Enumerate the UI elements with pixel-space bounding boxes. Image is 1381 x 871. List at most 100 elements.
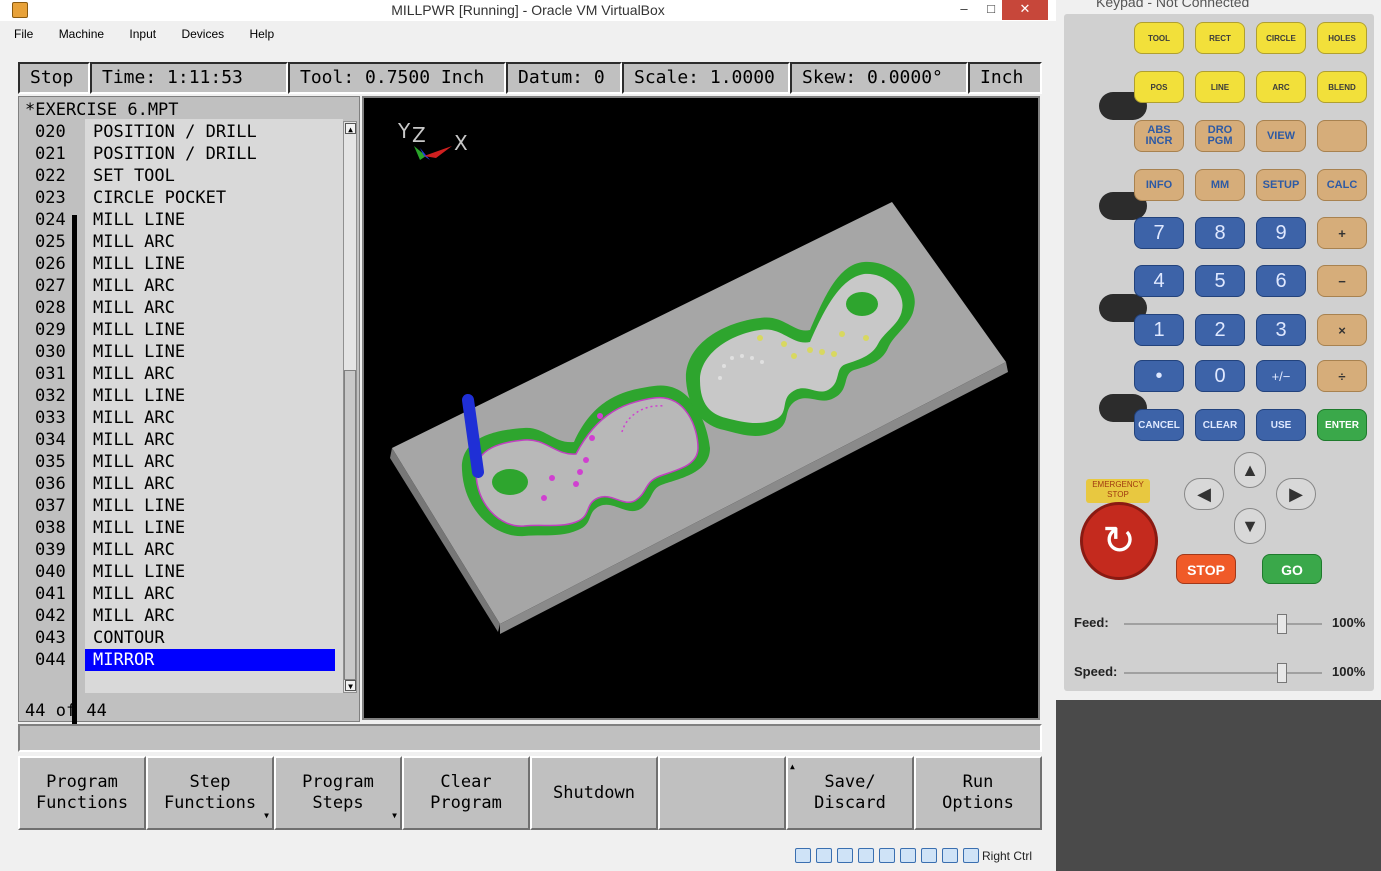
key-decimal[interactable]: • [1134, 360, 1184, 392]
key-mm[interactable]: MM [1195, 169, 1245, 201]
key-cancel[interactable]: CANCEL [1134, 409, 1184, 441]
key-3[interactable]: 3 [1256, 314, 1306, 346]
hard-disk-icon[interactable] [795, 848, 811, 863]
key-9[interactable]: 9 [1256, 217, 1306, 249]
arrow-left-button[interactable]: ◀ [1184, 478, 1224, 510]
key-4[interactable]: 4 [1134, 265, 1184, 297]
key-6[interactable]: 6 [1256, 265, 1306, 297]
stop-button[interactable]: STOP [1176, 554, 1236, 584]
softkey-program-steps[interactable]: Program Steps ▼ [274, 756, 402, 830]
program-step[interactable]: MILL LINE [85, 319, 335, 341]
arrow-right-button[interactable]: ▶ [1276, 478, 1316, 510]
key-8[interactable]: 8 [1195, 217, 1245, 249]
softkey-blank[interactable] [658, 756, 786, 830]
menu-file[interactable]: File [10, 24, 37, 44]
minimize-button[interactable]: – [950, 0, 978, 20]
key-tool[interactable]: TOOL [1134, 22, 1184, 54]
program-step[interactable]: MILL ARC [85, 407, 335, 429]
program-step[interactable]: CONTOUR [85, 627, 335, 649]
softkey-save-discard[interactable]: ▲ Save/ Discard [786, 756, 914, 830]
arrow-down-button[interactable]: ▼ [1234, 508, 1266, 544]
scroll-down-icon[interactable]: ▼ [345, 680, 356, 691]
program-step[interactable]: MILL LINE [85, 495, 335, 517]
program-step[interactable]: MILL LINE [85, 561, 335, 583]
scroll-thumb[interactable] [344, 370, 356, 680]
feed-slider-thumb[interactable] [1277, 614, 1288, 634]
softkey-program-functions[interactable]: Program Functions [18, 756, 146, 830]
optical-drive-icon[interactable] [816, 848, 832, 863]
program-step[interactable]: MILL LINE [85, 385, 335, 407]
key-clear[interactable]: CLEAR [1195, 409, 1245, 441]
key-5[interactable]: 5 [1195, 265, 1245, 297]
display-icon[interactable] [921, 848, 937, 863]
key-line[interactable]: LINE [1195, 71, 1245, 103]
program-step[interactable]: MILL LINE [85, 341, 335, 363]
key-1[interactable]: 1 [1134, 314, 1184, 346]
key-circle[interactable]: CIRCLE [1256, 22, 1306, 54]
key-arc[interactable]: ARC [1256, 71, 1306, 103]
key-pos[interactable]: POS [1134, 71, 1184, 103]
key-blend[interactable]: BLEND [1317, 71, 1367, 103]
speed-slider[interactable] [1124, 663, 1322, 683]
softkey-clear-program[interactable]: Clear Program [402, 756, 530, 830]
key-divide[interactable]: ÷ [1317, 360, 1367, 392]
program-step[interactable]: CIRCLE POCKET [85, 187, 335, 209]
selected-step[interactable]: MIRROR [85, 649, 335, 671]
program-step[interactable]: MILL LINE [85, 253, 335, 275]
menu-devices[interactable]: Devices [177, 24, 228, 44]
program-step[interactable]: MILL ARC [85, 451, 335, 473]
program-step[interactable]: MILL LINE [85, 517, 335, 539]
listing-scrollbar[interactable]: ▲ ▼ [343, 121, 357, 693]
menu-input[interactable]: Input [125, 24, 160, 44]
maximize-button[interactable]: □ [977, 0, 1005, 20]
key-abs-incr[interactable]: ABS INCR [1134, 120, 1184, 152]
menu-help[interactable]: Help [245, 24, 278, 44]
program-step[interactable]: POSITION / DRILL [85, 121, 335, 143]
key-dro-pgm[interactable]: DRO PGM [1195, 120, 1245, 152]
menu-machine[interactable]: Machine [55, 24, 108, 44]
key-plus[interactable]: + [1317, 217, 1367, 249]
program-step[interactable]: MILL ARC [85, 231, 335, 253]
softkey-step-functions[interactable]: Step Functions ▼ [146, 756, 274, 830]
audio-icon[interactable] [837, 848, 853, 863]
program-step[interactable]: MILL ARC [85, 473, 335, 495]
key-info[interactable]: INFO [1134, 169, 1184, 201]
softkey-run-options[interactable]: Run Options [914, 756, 1042, 830]
key-enter[interactable]: ENTER [1317, 409, 1367, 441]
program-step[interactable]: MILL ARC [85, 429, 335, 451]
scroll-up-icon[interactable]: ▲ [345, 123, 356, 134]
key-use[interactable]: USE [1256, 409, 1306, 441]
close-button[interactable]: ✕ [1002, 0, 1048, 20]
key-calc[interactable]: CALC [1317, 169, 1367, 201]
program-step[interactable]: MILL ARC [85, 297, 335, 319]
shared-folders-icon[interactable] [900, 848, 916, 863]
speed-slider-thumb[interactable] [1277, 663, 1288, 683]
go-button[interactable]: GO [1262, 554, 1322, 584]
program-step[interactable]: SET TOOL [85, 165, 335, 187]
program-step[interactable]: MILL ARC [85, 605, 335, 627]
key-minus[interactable]: − [1317, 265, 1367, 297]
key-holes[interactable]: HOLES [1317, 22, 1367, 54]
softkey-shutdown[interactable]: Shutdown [530, 756, 658, 830]
feed-slider[interactable] [1124, 614, 1322, 634]
key-setup[interactable]: SETUP [1256, 169, 1306, 201]
network-icon[interactable] [858, 848, 874, 863]
key-multiply[interactable]: × [1317, 314, 1367, 346]
program-step[interactable]: MILL LINE [85, 209, 335, 231]
key-plus-minus[interactable]: +/− [1256, 360, 1306, 392]
key-blank[interactable] [1317, 120, 1367, 152]
key-0[interactable]: 0 [1195, 360, 1245, 392]
key-rect[interactable]: RECT [1195, 22, 1245, 54]
program-step[interactable]: POSITION / DRILL [85, 143, 335, 165]
key-7[interactable]: 7 [1134, 217, 1184, 249]
key-view[interactable]: VIEW [1256, 120, 1306, 152]
program-step[interactable]: MILL ARC [85, 583, 335, 605]
3d-view[interactable]: Y Z X [362, 96, 1040, 720]
program-step[interactable]: MILL ARC [85, 539, 335, 561]
key-2[interactable]: 2 [1195, 314, 1245, 346]
arrow-up-button[interactable]: ▲ [1234, 452, 1266, 488]
recording-icon[interactable] [942, 848, 958, 863]
usb-icon[interactable] [879, 848, 895, 863]
program-step[interactable]: MILL ARC [85, 363, 335, 385]
mouse-integration-icon[interactable] [963, 848, 979, 863]
